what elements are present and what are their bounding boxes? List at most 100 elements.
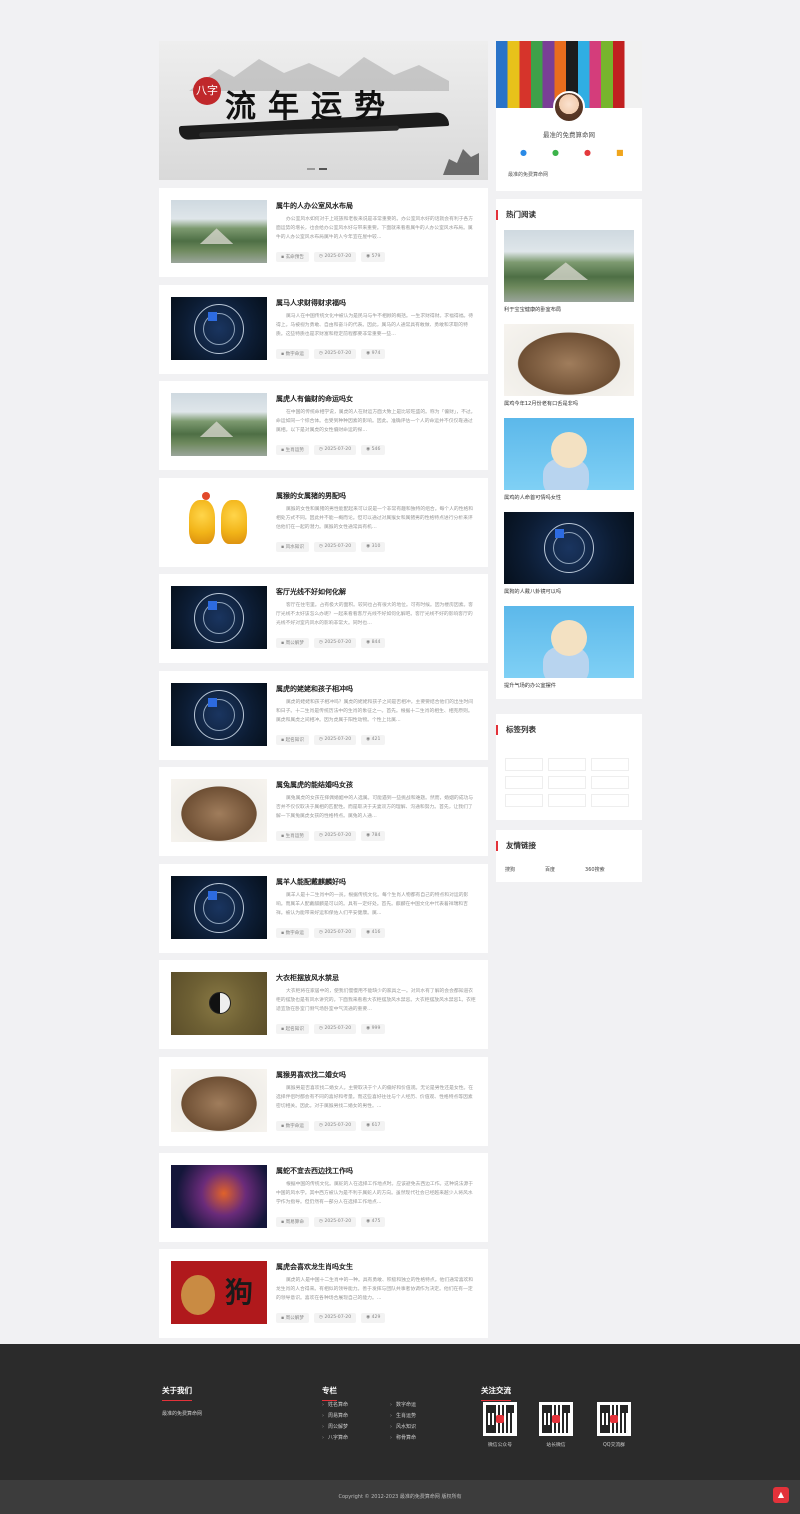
article-title[interactable]: 属猴男喜欢找二婚女吗 — [276, 1070, 346, 1080]
category-tag[interactable]: ▪ 生肖运势 — [276, 831, 309, 841]
category-tag[interactable]: ▪ 起名知识 — [276, 735, 309, 745]
article-card[interactable]: 属猴男喜欢找二婚女吗 属猴男是否喜欢找二婚女人。主要取决于个人的偏好和价值观。无论… — [159, 1057, 488, 1146]
article-card[interactable]: 狗属虎会喜欢龙生肖吗女生 属虎的人是中国十二生肖中的一种。具有勇敢、积极和独立的性… — [159, 1249, 488, 1338]
view-count: ◉ 784 — [361, 831, 386, 841]
category-tag[interactable]: ▪ 数字命运 — [276, 928, 309, 938]
qq-icon[interactable]: ● — [520, 149, 530, 157]
article-thumbnail[interactable] — [171, 586, 267, 649]
tag-item[interactable] — [505, 794, 543, 807]
article-card[interactable]: 属羊人能配戴麒麟好吗 属羊人是十二生肖中的一员。根据传统文化。每个生肖人物都有自己… — [159, 864, 488, 953]
banner-seal: 八字 — [193, 77, 221, 105]
article-card[interactable]: 属牛的人办公室风水布局 办公室风水如何对于上班族和老板来说是非常重要的。办公室风水… — [159, 188, 488, 277]
footer-link[interactable]: 周易算命 — [322, 1412, 390, 1419]
article-title[interactable]: 大衣柜摆放风水禁忌 — [276, 973, 339, 983]
avatar[interactable] — [553, 91, 585, 123]
friend-links-box: 友情链接 搜狗 百度 360搜索 — [496, 830, 642, 882]
hot-item-caption[interactable]: 提升气场的办公室摆件 — [504, 682, 634, 689]
category-tag[interactable]: ▪ 风水知识 — [276, 542, 309, 552]
hot-item-image[interactable] — [504, 324, 634, 396]
hot-item-caption[interactable]: 属鸡的人命首可情吗女性 — [504, 494, 634, 501]
article-excerpt: 属虎的姥姥和孩子相冲吗？属虎的姥姥和孩子之间是否相冲。主要要结合他们的出生时间和… — [276, 700, 474, 723]
hot-item[interactable]: 属鸡的人命首可情吗女性 — [504, 418, 634, 501]
article-meta: ▪ 数字命运 ◷ 2025-07-20 ◉ 974 — [276, 349, 386, 359]
article-title[interactable]: 属羊人能配戴麒麟好吗 — [276, 877, 346, 887]
tag-item[interactable] — [548, 758, 586, 771]
article-meta: ▪ 风水知识 ◷ 2025-07-20 ◉ 310 — [276, 542, 386, 552]
back-to-top-button[interactable]: ▲ — [773, 1487, 789, 1503]
article-card[interactable]: 属猴的女属猪的男配吗 属猴的女性和属猪的男性能配起来可以说是一个非常有趣和独特的组… — [159, 478, 488, 567]
footer-link[interactable]: 风水知识 — [390, 1423, 450, 1430]
friend-link[interactable]: 搜狗 — [505, 866, 515, 873]
mail-icon[interactable]: ■ — [616, 149, 626, 157]
article-thumbnail[interactable] — [171, 876, 267, 939]
tag-item[interactable] — [505, 758, 543, 771]
banner-carousel[interactable]: 八字 流年运势 — [159, 41, 488, 180]
carousel-dot[interactable] — [307, 168, 315, 170]
category-tag[interactable]: ▪ 周公解梦 — [276, 1313, 309, 1323]
article-card[interactable]: 属马人求财得财求福吗 属马人在中国传统文化中被认为是民马与牛不相顾的概括。一生求财… — [159, 285, 488, 374]
hot-item[interactable]: 属鸡今年12月份老有口舌是非吗 — [504, 324, 634, 407]
hot-item-caption[interactable]: 属狗的人戴八卦镜可以吗 — [504, 588, 634, 595]
hot-item-caption[interactable]: 利于宝宝健康的卧室布局 — [504, 306, 634, 313]
article-card[interactable]: 属兔属虎的能结婚吗女孩 属兔属虎的女孩在择偶婚姻中的人选属。可能遇到一些挑战和难题… — [159, 767, 488, 856]
article-title[interactable]: 属马人求财得财求福吗 — [276, 298, 346, 308]
footer-link[interactable]: 数字命运 — [390, 1401, 450, 1408]
article-thumbnail[interactable] — [171, 779, 267, 842]
category-tag[interactable]: ▪ 周易算命 — [276, 1217, 309, 1227]
hot-item-image[interactable] — [504, 512, 634, 584]
article-card[interactable]: 大衣柜摆放风水禁忌 大衣柜将在家居中的，使我们慢慢用不能缺少的家具之一。对风水有了… — [159, 960, 488, 1049]
article-title[interactable]: 属猴的女属猪的男配吗 — [276, 491, 346, 501]
article-thumbnail[interactable] — [171, 490, 267, 553]
hot-item[interactable]: 利于宝宝健康的卧室布局 — [504, 230, 634, 313]
article-excerpt: 在中国的传统命相学说，属虎的人在财运方面大致上是比较旺盛的。称为「偏财」，不过。… — [276, 410, 476, 433]
category-tag[interactable]: ▪ 起名知识 — [276, 1024, 309, 1034]
article-title[interactable]: 属牛的人办公室风水布局 — [276, 201, 353, 211]
article-card[interactable]: 属虎的姥姥和孩子相冲吗属虎的姥姥和孩子相冲吗？属虎的姥姥和孩子之间是否相冲。主要… — [159, 671, 488, 760]
article-card[interactable]: 属虎人有偏财的命运吗女在中国的传统命相学说，属虎的人在财运方面大致上是比较旺盛的… — [159, 381, 488, 470]
article-thumbnail[interactable]: 狗 — [171, 1261, 267, 1324]
qr-label: QQ交流群 — [603, 1443, 625, 1448]
hot-item[interactable]: 提升气场的办公室摆件 — [504, 606, 634, 689]
hot-item[interactable]: 属狗的人戴八卦镜可以吗 — [504, 512, 634, 595]
wechat-icon[interactable]: ● — [552, 149, 562, 157]
friend-link[interactable]: 百度 — [545, 866, 555, 873]
article-thumbnail[interactable] — [171, 1165, 267, 1228]
category-tag[interactable]: ▪ 数字命运 — [276, 1121, 309, 1131]
hot-item-image[interactable] — [504, 606, 634, 678]
category-tag[interactable]: ▪ 数字命运 — [276, 349, 309, 359]
footer-link[interactable]: 姓名算命 — [322, 1401, 390, 1408]
tag-item[interactable] — [548, 794, 586, 807]
article-title[interactable]: 属虎的姥姥和孩子相冲吗 — [276, 684, 353, 694]
article-card[interactable]: 客厅光线不好如何化解 客厅在住宅里。占有极大的面积。较同也占有很大的地位。可有时候… — [159, 574, 488, 663]
article-thumbnail[interactable] — [171, 200, 267, 263]
hot-item-image[interactable] — [504, 230, 634, 302]
article-title[interactable]: 属兔属虎的能结婚吗女孩 — [276, 780, 353, 790]
footer-link[interactable]: 周公解梦 — [322, 1423, 390, 1430]
friend-link[interactable]: 360搜索 — [585, 866, 605, 873]
footer-link[interactable]: 称骨算命 — [390, 1434, 450, 1441]
carousel-dot-active[interactable] — [319, 168, 327, 170]
article-thumbnail[interactable] — [171, 683, 267, 746]
article-thumbnail[interactable] — [171, 1069, 267, 1132]
tag-item[interactable] — [591, 776, 629, 789]
tag-item[interactable] — [505, 776, 543, 789]
tag-item[interactable] — [548, 776, 586, 789]
hot-item-caption[interactable]: 属鸡今年12月份老有口舌是非吗 — [504, 400, 634, 407]
footer-link[interactable]: 生肖运势 — [390, 1412, 450, 1419]
article-card[interactable]: 属蛇不宜去西边找工作吗 根据中国的传统文化。属蛇的人在选择工作地点时。应该避免去西… — [159, 1153, 488, 1242]
article-thumbnail[interactable] — [171, 393, 267, 456]
article-thumbnail[interactable] — [171, 972, 267, 1035]
category-tag[interactable]: ▪ 周公解梦 — [276, 638, 309, 648]
weibo-icon[interactable]: ● — [584, 149, 594, 157]
tag-item[interactable] — [591, 758, 629, 771]
category-tag[interactable]: ▪ 生肖运势 — [276, 445, 309, 455]
article-title[interactable]: 属虎人有偏财的命运吗女 — [276, 394, 353, 404]
article-title[interactable]: 属蛇不宜去西边找工作吗 — [276, 1166, 353, 1176]
hot-item-image[interactable] — [504, 418, 634, 490]
article-title[interactable]: 属虎会喜欢龙生肖吗女生 — [276, 1262, 353, 1272]
category-tag[interactable]: ▪ 玄命预告 — [276, 252, 309, 262]
article-thumbnail[interactable] — [171, 297, 267, 360]
article-title[interactable]: 客厅光线不好如何化解 — [276, 587, 346, 597]
footer-link[interactable]: 八字算命 — [322, 1434, 390, 1441]
tag-item[interactable] — [591, 794, 629, 807]
